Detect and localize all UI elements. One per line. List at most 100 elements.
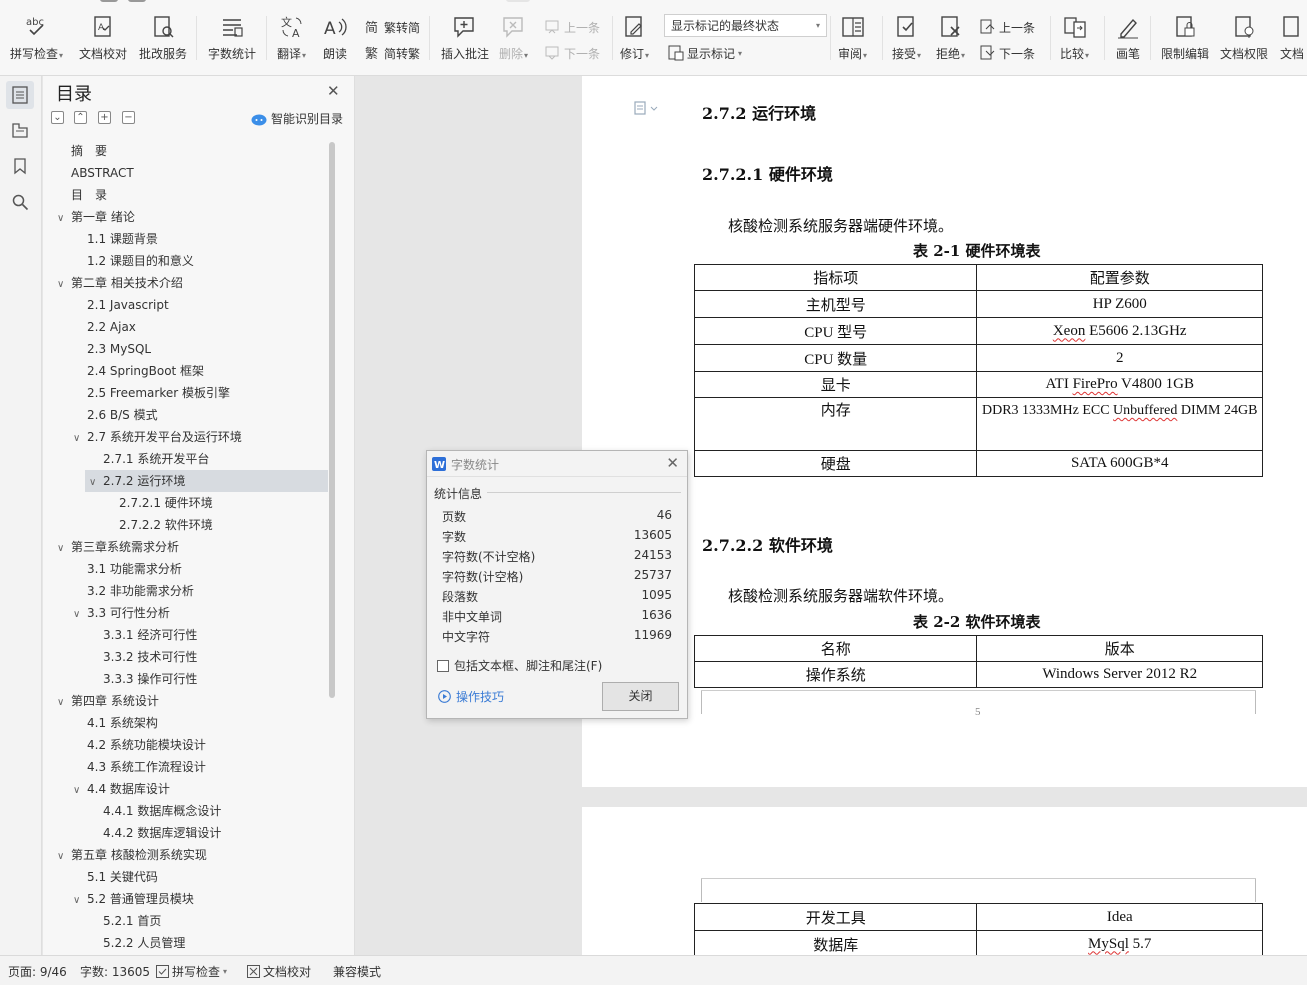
table-cell[interactable]: CPU 型号 [693,317,978,345]
table-cell[interactable]: DDR3 1333MHz ECC Unbuffered DIMM 24GB [976,397,1263,451]
table-cell[interactable]: HP Z600 [976,290,1263,318]
chevron-down-icon[interactable]: ∨ [89,472,103,494]
collapse-all-icon[interactable]: ⌃ [74,111,87,124]
restrict-edit-button[interactable]: 限制编辑 [1161,14,1209,68]
toc-item[interactable]: 3.3.1 经济可行性 [89,624,197,646]
review-pane-button[interactable]: 审阅▾ [838,14,867,68]
remove-level-icon[interactable]: − [122,111,135,124]
reject-button[interactable]: 拒绝▾ [936,14,965,68]
chevron-down-icon[interactable]: ∨ [73,890,87,912]
toc-item[interactable]: ∨ 4.4 数据库设计 [73,778,170,800]
prev-change-button[interactable]: 上一条 [980,17,1035,37]
toc-item[interactable]: ∨ 第二章 相关技术介绍 [57,272,183,294]
toc-panel-icon[interactable] [6,81,34,109]
table-header-cell[interactable]: 版本 [976,635,1263,662]
table-cell[interactable]: 操作系统 [693,661,978,688]
toc-item[interactable]: 3.1 功能需求分析 [73,558,182,580]
toc-item[interactable]: 2.7.1 系统开发平台 [89,448,209,470]
chevron-down-icon[interactable]: ∨ [73,780,87,802]
close-button[interactable]: 关闭 [602,682,679,711]
table-cell[interactable]: Windows Server 2012 R2 [976,661,1263,688]
paragraph-hardware[interactable]: 核酸检测系统服务器端硬件环境。 [728,215,953,236]
toc-scrollbar[interactable] [329,142,335,698]
status-spell-check-button[interactable]: 拼写检查 ▾ [156,963,227,980]
chevron-down-icon[interactable]: ∨ [57,846,71,868]
toc-item[interactable]: ∨ 第三章系统需求分析 [57,536,179,558]
delete-comment-button[interactable]: 删除▾ [499,14,528,68]
toc-item[interactable]: 3.3.3 操作可行性 [89,668,197,690]
toc-item[interactable]: ∨ 5.2 普通管理员模块 [73,888,194,910]
next-comment-button[interactable]: 下一条 [545,43,600,63]
table-cell[interactable]: 数据库 [693,930,978,955]
prev-comment-button[interactable]: 上一条 [545,17,600,37]
paragraph-software[interactable]: 核酸检测系统服务器端软件环境。 [728,585,953,606]
toc-item[interactable]: 2.3 MySQL [73,338,151,360]
chevron-down-icon[interactable]: ∨ [57,692,71,714]
smart-toc-button[interactable]: 智能识别目录 [251,110,343,127]
toc-item[interactable]: 2.4 SpringBoot 框架 [73,360,204,382]
table-cell[interactable]: 显卡 [693,371,978,398]
track-changes-button[interactable]: 修订▾ [620,14,649,68]
search-icon[interactable] [6,188,34,216]
toc-item[interactable]: 2.2 Ajax [73,316,136,338]
toc-item[interactable]: 2.1 Javascript [73,294,169,316]
chevron-down-icon[interactable]: ∨ [73,428,87,450]
heading-2-7-2-1[interactable]: 2.7.2.1 硬件环境 [702,161,833,185]
toc-item[interactable]: 摘 要 [57,140,107,162]
toc-item[interactable]: ∨ 2.7 系统开发平台及运行环境 [73,426,242,448]
toc-item[interactable]: 4.2 系统功能模块设计 [73,734,206,756]
toc-item[interactable]: 4.4.2 数据库逻辑设计 [89,822,221,844]
paragraph-menu-icon[interactable] [634,100,664,116]
table-cell[interactable]: 2 [976,344,1263,372]
toc-item[interactable]: ∨ 2.7.2 运行环境 [85,470,328,492]
toc-item[interactable]: 5.1 关键代码 [73,866,158,888]
doc-permission-button[interactable]: 文档权限 [1220,14,1268,68]
toc-item[interactable]: ABSTRACT [57,162,134,184]
toc-item[interactable]: 3.2 非功能需求分析 [73,580,194,602]
navigation-icon[interactable] [6,116,34,144]
table-cell[interactable]: Idea [976,903,1263,931]
toc-item[interactable]: 4.4.1 数据库概念设计 [89,800,221,822]
word-count-button[interactable]: 字数统计 [208,14,256,68]
add-level-icon[interactable]: + [98,111,111,124]
toc-item[interactable]: 目 录 [57,184,107,206]
table-cell[interactable]: SATA 600GB*4 [976,450,1263,477]
toc-item[interactable]: 1.1 课题背景 [73,228,158,250]
toc-item[interactable]: 5.2.2 人员管理 [89,932,185,950]
show-markup-button[interactable]: 显示标记 ▾ [668,43,742,63]
table-cell[interactable]: 主机型号 [693,290,978,318]
trad-to-simp-button[interactable]: 简 繁转简 [365,17,420,37]
batch-service-button[interactable]: 批改服务 [139,14,187,68]
close-icon[interactable]: ✕ [327,82,340,100]
toc-item[interactable]: ∨ 3.3 可行性分析 [73,602,170,624]
dialog-titlebar[interactable]: W 字数统计 ✕ [427,451,687,477]
read-aloud-button[interactable]: A 朗读 [322,14,348,68]
toc-item[interactable]: ∨ 第四章 系统设计 [57,690,159,712]
spell-check-button[interactable]: abc 拼写检查▾ [10,14,63,68]
translate-button[interactable]: 文A 翻译▾ [277,14,306,68]
tips-link[interactable]: 操作技巧 [438,688,504,705]
heading-2-7-2[interactable]: 2.7.2 运行环境 [702,100,816,124]
toc-item[interactable]: ∨ 第五章 核酸检测系统实现 [57,844,207,866]
compare-button[interactable]: 比较▾ [1060,14,1089,68]
chevron-down-icon[interactable]: ∨ [73,604,87,626]
toc-item[interactable]: 4.1 系统架构 [73,712,158,734]
chevron-down-icon[interactable]: ∨ [57,208,71,230]
table-header-cell[interactable]: 配置参数 [976,264,1263,291]
markup-display-select[interactable]: 显示标记的最终状态 ▾ [664,14,827,37]
table-cell[interactable]: Xeon E5606 2.13GHz [976,317,1263,345]
heading-2-7-2-2[interactable]: 2.7.2.2 软件环境 [702,532,833,556]
accept-button[interactable]: 接受▾ [892,14,921,68]
table-cell[interactable]: ATI FirePro V4800 1GB [976,371,1263,398]
page-indicator[interactable]: 页面: 9/46 [8,963,67,980]
doc-more-button[interactable]: 文档 [1279,14,1305,68]
toc-item[interactable]: 2.7.2.1 硬件环境 [105,492,213,514]
doc-proof-button[interactable]: A 文档校对 [79,14,127,68]
table-cell[interactable]: 硬盘 [693,450,978,477]
chevron-down-icon[interactable]: ∨ [57,274,71,296]
pen-button[interactable]: 画笔 [1115,14,1141,68]
table-cell[interactable]: CPU 数量 [693,344,978,372]
bookmark-icon[interactable] [6,152,34,180]
toc-item[interactable]: ∨ 第一章 绪论 [57,206,135,228]
table-cell[interactable]: 内存 [693,397,978,451]
